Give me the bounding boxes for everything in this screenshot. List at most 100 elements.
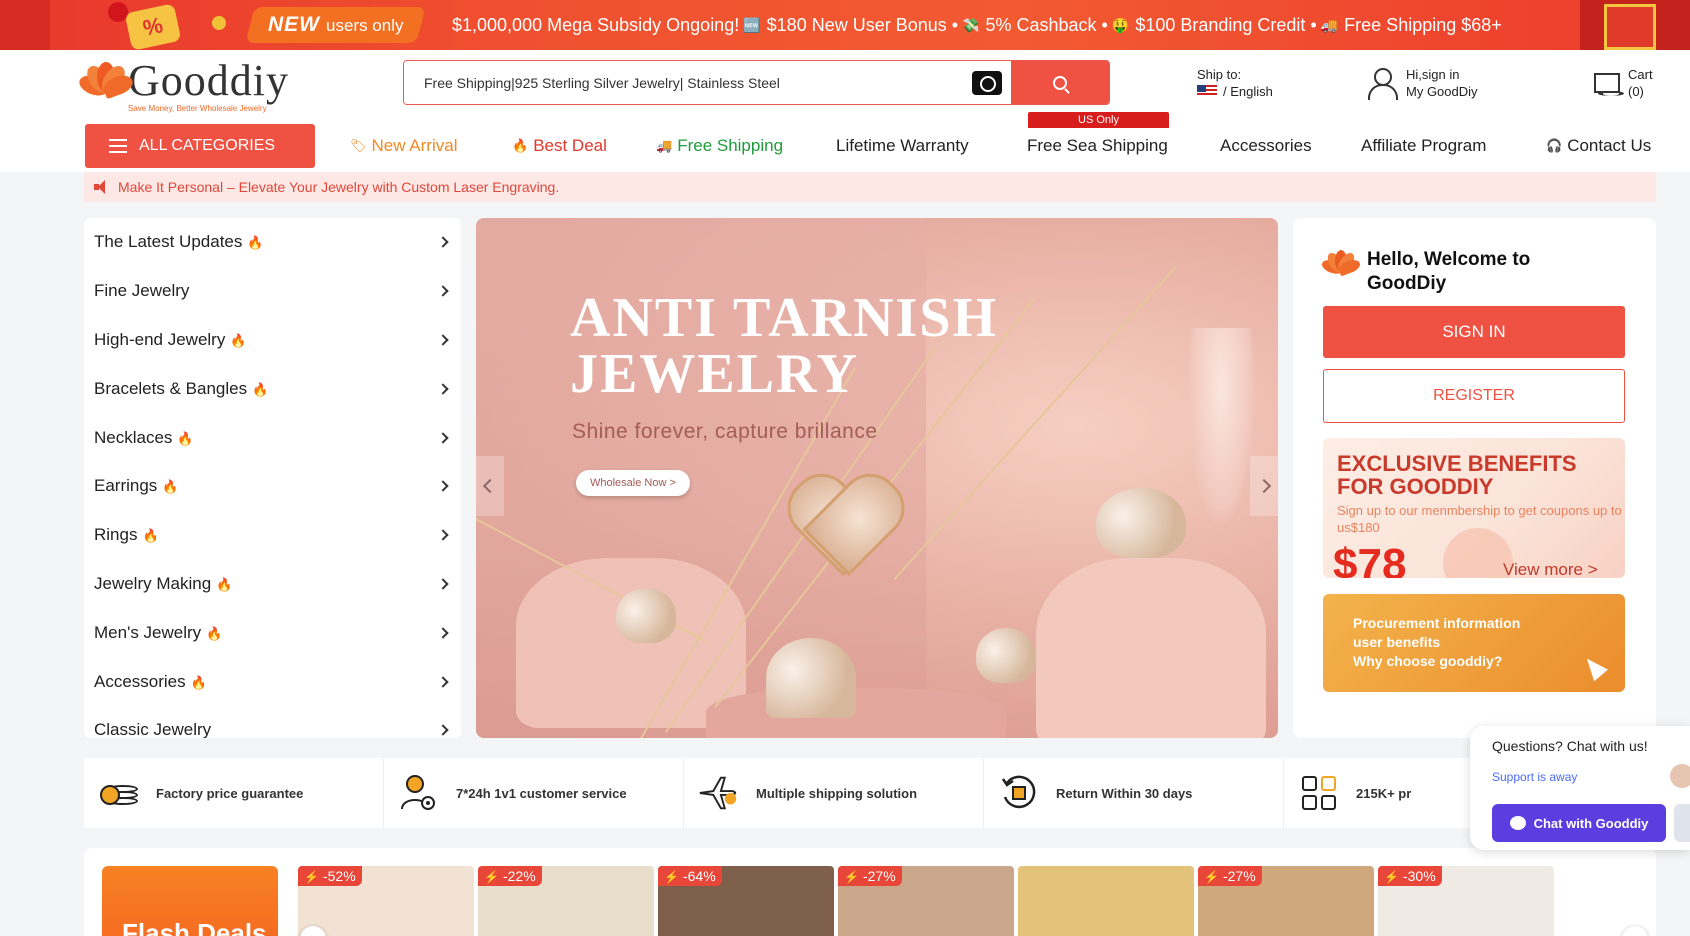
butterfly-pendant-image [616,588,676,643]
us-only-badge: US Only [1028,112,1169,128]
chevron-right-icon [437,236,449,249]
category-label: Necklaces [94,427,173,447]
search-button[interactable] [1011,61,1109,104]
flash-product-card[interactable]: ⚡ -27% [838,866,1014,936]
category-label: Classic Jewelry [94,720,212,738]
category-label: Bracelets & Bangles [94,378,248,398]
search-icon [1053,75,1067,90]
discount-value: -64% [682,868,716,884]
promo-item-subsidy: $1,000,000 Mega Subsidy Ongoing! [452,14,740,35]
flash-deals-title: Flash Deals [122,918,267,936]
truck-icon: 🚚 [1320,16,1339,33]
hero-banner[interactable]: ANTI TARNISH JEWELRY Shine forever, captu… [476,218,1278,738]
chevron-right-icon [437,627,449,639]
chevron-right-icon [437,724,449,737]
nav-best-deal[interactable]: 🔥 Best Deal [512,136,607,156]
category-item[interactable]: Rings 🔥 [84,511,461,560]
nav-free-shipping[interactable]: 🚚 Free Shipping [656,136,783,156]
promo-bar[interactable]: % NEW users only $1,000,000 Mega Subsidy … [0,0,1690,50]
banner-title-line1: ANTI TARNISH [570,287,999,349]
notice-bar[interactable]: Make It Personal – Elevate Your Jewelry … [84,172,1656,202]
cart-button[interactable]: Cart (0) [1590,66,1653,100]
discount-value: -30% [1402,868,1436,884]
flash-product-card[interactable]: ⚡ -27% [1198,866,1374,936]
category-item[interactable]: Men's Jewelry 🔥 [84,608,461,657]
sign-in-greeting: Hi,sign in [1406,67,1460,82]
category-label: Rings [94,525,138,545]
nav-label: Accessories [1220,136,1312,155]
register-button[interactable]: REGISTER [1323,369,1625,423]
promo-ticker[interactable]: $1,000,000 Mega Subsidy Ongoing! 🆕 $180 … [452,0,1502,50]
new-users-badge[interactable]: NEW users only [245,7,426,43]
flash-product-card[interactable]: ⚡ -22% [478,866,654,936]
category-item[interactable]: Earrings 🔥 [84,462,461,511]
view-more-link[interactable]: View more > [1503,560,1598,578]
feature-return[interactable]: Return Within 30 days [984,758,1284,828]
category-label: Earrings [94,476,158,496]
headset-icon: 🎧 [1546,138,1563,153]
stone-decoration [706,688,1006,738]
ship-to-selector[interactable]: Ship to: / English [1197,66,1273,100]
return-icon [998,772,1040,814]
sign-in-button[interactable]: SIGN IN [1323,306,1625,358]
chat-button[interactable]: Chat with Gooddiy [1492,804,1666,842]
category-item[interactable]: Jewelry Making 🔥 [84,560,461,609]
new-label: NEW [268,13,320,36]
nav-accessories[interactable]: Accessories [1220,136,1312,156]
features-strip: Factory price guarantee 7*24h 1v1 custom… [84,758,1584,828]
banner-next-button[interactable] [1250,456,1278,516]
support-agent-icon [398,772,440,814]
carousel-next-button[interactable] [1622,926,1648,936]
chat-bubble-icon [1509,810,1526,830]
flash-product-card[interactable]: ⚡ -52% [298,866,474,936]
chat-side-tab[interactable] [1674,804,1690,842]
banner-subtitle: Shine forever, capture brillance [572,420,878,443]
site-logo[interactable]: Gooddiy Save Money, Better Wholesale Jew… [76,56,324,113]
flame-icon: 🔥 [177,430,194,446]
feature-customer-service[interactable]: 7*24h 1v1 customer service [384,758,684,828]
category-item[interactable]: Necklaces 🔥 [84,413,461,462]
category-item[interactable]: Classic Jewelry [84,706,461,738]
category-label: Men's Jewelry [94,622,202,642]
feature-factory-price[interactable]: Factory price guarantee [84,758,384,828]
benefits-title: EXCLUSIVE BENEFITS FOR GOODDIY [1337,452,1577,498]
agent-avatar [1670,764,1690,788]
category-item[interactable]: Bracelets & Bangles 🔥 [84,364,461,413]
search-input[interactable] [404,61,963,104]
butterfly-earring-image [1096,488,1186,558]
flash-deals-card[interactable]: Flash Deals [102,866,278,936]
image-search-button[interactable] [963,61,1011,104]
category-item[interactable]: Fine Jewelry [84,267,461,316]
category-item[interactable]: High-end Jewelry 🔥 [84,316,461,365]
butterfly-earring-image [976,628,1036,683]
nav-label: Lifetime Warranty [836,136,969,155]
flame-icon: 🔥 [512,138,529,153]
all-categories-button[interactable]: ALL CATEGORIES [85,124,315,168]
cart-icon [1590,69,1624,97]
feature-label: Multiple shipping solution [756,785,918,801]
nav-label: Affiliate Program [1361,136,1487,155]
chevron-right-icon [437,480,449,493]
stone-decoration [1036,558,1266,738]
banner-prev-button[interactable] [476,456,504,516]
nav-lifetime-warranty[interactable]: Lifetime Warranty [836,136,969,156]
nav-label: Free Sea Shipping [1027,136,1168,155]
flash-product-card[interactable]: ⚡ -30% [1378,866,1554,936]
wholesale-now-button[interactable]: Wholesale Now > [576,470,690,496]
feature-shipping[interactable]: Multiple shipping solution [684,758,984,828]
flash-product-card[interactable]: ⚡ -64% [658,866,834,936]
promo-item-shipping: Free Shipping $68+ [1344,14,1502,35]
category-item[interactable]: The Latest Updates 🔥 [84,218,461,267]
account-menu[interactable]: Hi,sign in My GoodDiy [1368,66,1478,100]
nav-contact-us[interactable]: 🎧 Contact Us [1546,136,1651,156]
nav-new-arrival[interactable]: 🏷 New Arrival [350,136,457,156]
category-item[interactable]: Accessories 🔥 [84,657,461,706]
discount-badge: ⚡ -52% [298,866,362,886]
nav-free-sea-shipping[interactable]: Free Sea Shipping [1027,136,1168,156]
flash-product-card[interactable] [1018,866,1194,936]
lightning-icon: ⚡ [1204,870,1219,884]
procurement-card[interactable]: Procurement information user benefits Wh… [1323,594,1625,692]
nav-affiliate-program[interactable]: Affiliate Program [1361,136,1486,156]
language-label: / English [1223,84,1273,99]
benefits-card[interactable]: EXCLUSIVE BENEFITS FOR GOODDIY Sign up to… [1323,438,1625,578]
